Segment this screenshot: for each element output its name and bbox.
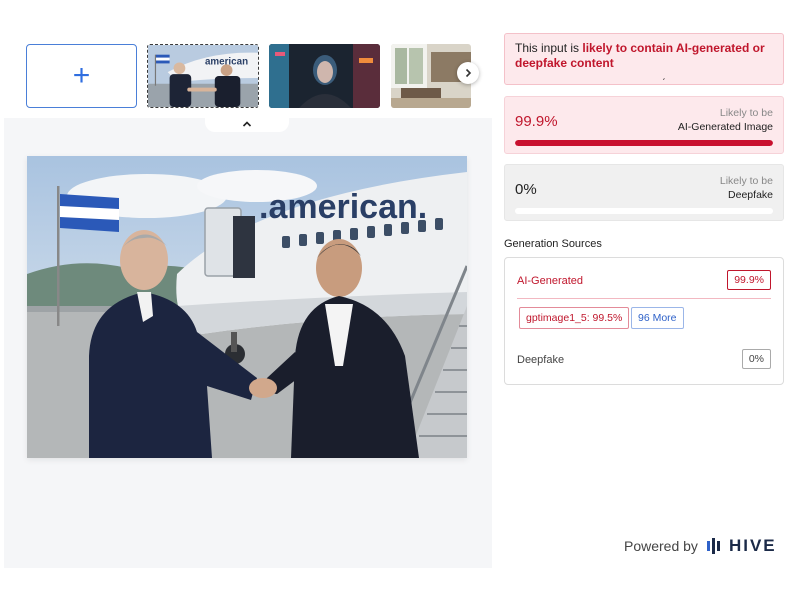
- thumbnail-strip: + american: [26, 43, 486, 109]
- ai-score-bar: [515, 140, 773, 146]
- generation-sources-card: AI-Generated 99.9% gptimage1_5: 99.5% 96…: [504, 257, 784, 385]
- thumbnail-neon-image: [269, 44, 380, 108]
- thumbnail-handshake[interactable]: american: [147, 44, 259, 108]
- ai-score-label-line1: Likely to be: [719, 107, 773, 119]
- analyzed-image: .american.: [27, 156, 467, 458]
- deepfake-source-badge: 0%: [741, 349, 771, 369]
- ai-score-label-line2: AI-Generated Image: [677, 121, 773, 133]
- collapse-thumbnails-button[interactable]: [205, 116, 289, 132]
- deepfake-score-card: 0% Likely to be Deepfake: [504, 164, 784, 221]
- ai-score-label: Likely to be AI-Generated Image: [678, 106, 773, 134]
- ai-score-value: 99.9%: [515, 113, 558, 130]
- handshake-scene-image: .american.: [27, 156, 467, 458]
- powered-by-text: Powered by: [624, 538, 698, 554]
- deepfake-score-value: 0%: [515, 181, 537, 198]
- model-source-chip[interactable]: gptimage1_5: 99.5%: [519, 307, 630, 329]
- ai-generated-source-badge: 99.9%: [727, 270, 771, 290]
- add-image-button[interactable]: +: [26, 44, 137, 108]
- deepfake-source-label: Deepfake: [517, 354, 565, 366]
- thumbnail-handshake-image: american: [148, 45, 258, 107]
- detection-alert: This input is likely to contain AI-gener…: [504, 33, 784, 85]
- more-sources-button[interactable]: 96 More: [631, 307, 684, 329]
- plane-livery-text: .american.: [259, 188, 427, 226]
- deepfake-score-bar: [515, 208, 773, 214]
- ai-generated-source-label: AI-Generated: [517, 275, 584, 287]
- powered-by-footer: Powered by HIVE: [624, 536, 777, 556]
- generation-sources-title: Generation Sources: [504, 238, 602, 250]
- sources-divider: [517, 298, 771, 299]
- deepfake-score-label: Likely to be Deepfake: [720, 174, 773, 202]
- deepfake-score-label-line1: Likely to be: [719, 175, 773, 187]
- chevron-up-icon: [242, 121, 252, 127]
- thumbnail-neon-portrait[interactable]: [269, 44, 380, 108]
- ai-generated-score-card: 99.9% Likely to be AI-Generated Image: [504, 96, 784, 154]
- chevron-right-icon: [465, 68, 472, 78]
- hive-brand-text: HIVE: [728, 536, 777, 555]
- hive-logo-icon: [706, 538, 720, 554]
- next-thumbnails-button[interactable]: [457, 62, 479, 84]
- plus-icon: +: [72, 59, 91, 92]
- mouse-cursor-icon: ˏ: [662, 70, 666, 81]
- deepfake-score-label-line2: Deepfake: [728, 189, 773, 201]
- ai-score-bar-fill: [515, 140, 773, 146]
- alert-prefix: This input is: [515, 41, 583, 55]
